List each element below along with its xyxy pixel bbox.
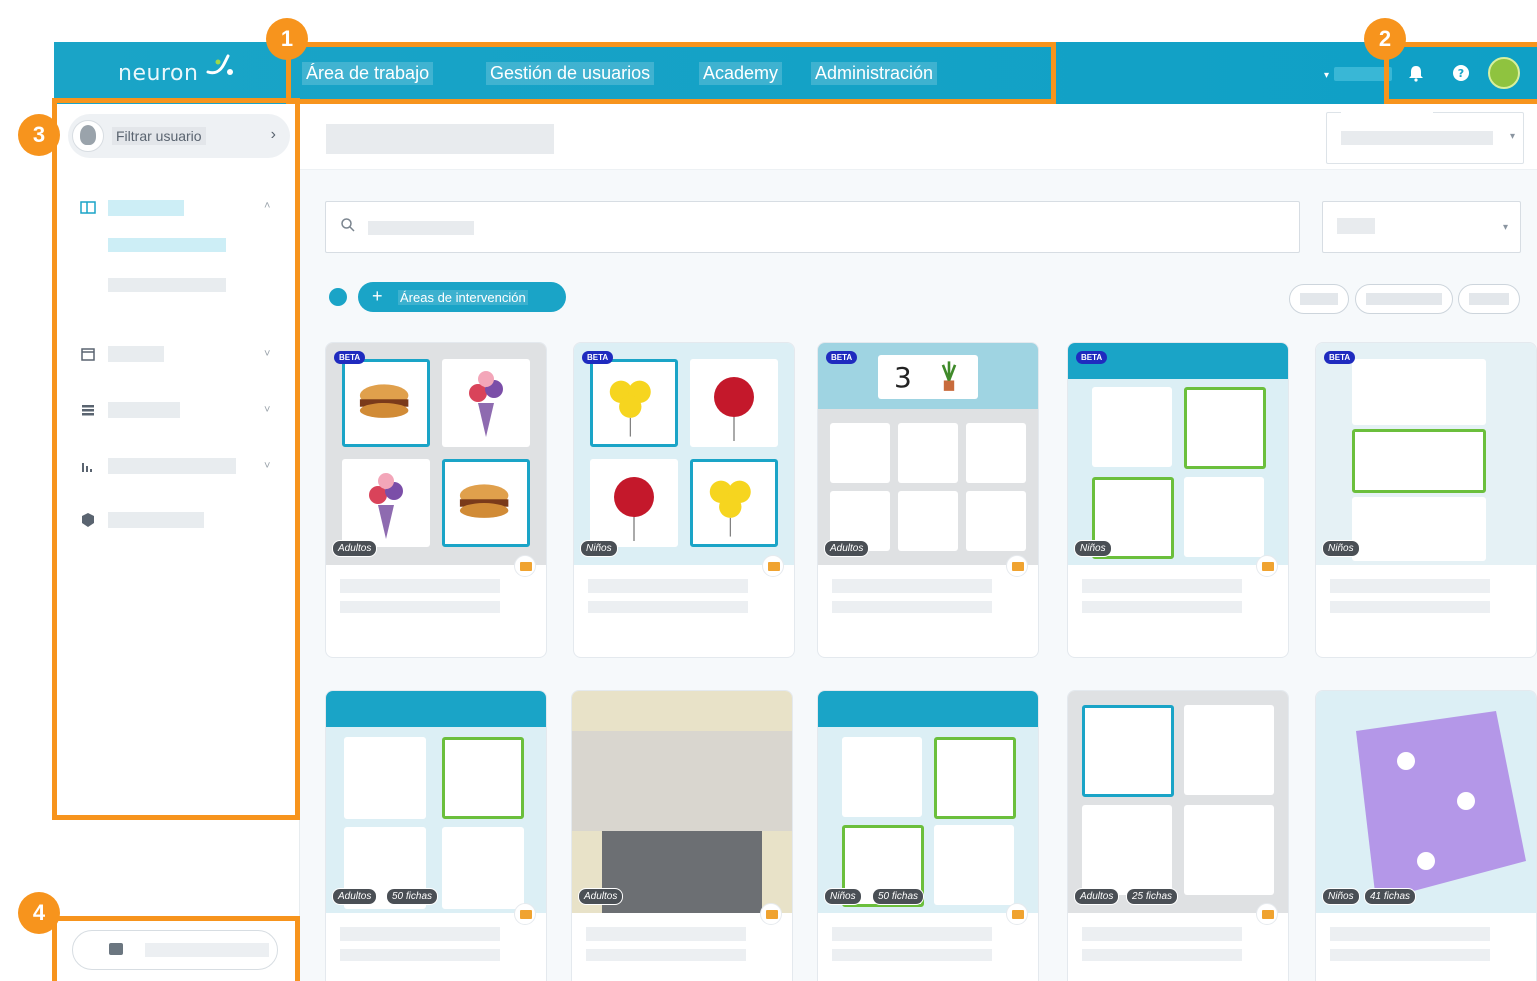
count-tag: 25 fichas [1126,888,1179,905]
audience-tag: Niños [1074,540,1112,557]
page-title [326,124,554,154]
card-type-icon [514,903,536,925]
audience-tag: Adultos [578,888,624,905]
filter-chip[interactable] [1458,284,1520,314]
center-dropdown-arrow-icon[interactable]: ▾ [1324,70,1329,81]
gamepad-icon [760,903,782,925]
chevron-down-icon: ▾ [1502,222,1508,233]
brain-icon [329,288,347,306]
areas-button-label: Áreas de intervención [398,290,528,305]
search-input[interactable] [325,201,1300,253]
activity-card[interactable]: BETA Adultos [325,342,547,658]
audience-tag: Adultos [824,540,870,557]
card-type-icon [1256,555,1278,577]
plus-icon: + [372,286,383,306]
highlight-feedback [52,916,300,981]
activity-card[interactable]: 3 BETA Adultos [817,342,1039,658]
card-image: BETA Adultos [326,343,546,565]
annotation-badge-1: 1 [266,18,308,60]
activity-card[interactable]: Adultos 25 fichas [1067,690,1289,981]
activity-card[interactable]: Niños 50 fichas [817,690,1039,981]
highlight-sidebar [52,98,300,820]
annotation-badge-3: 3 [18,114,60,156]
activity-card[interactable]: Adultos [571,690,793,981]
card-image: Adultos 50 fichas [326,691,546,913]
activity-card[interactable]: BETA Niños [573,342,795,658]
card-image: Adultos [572,691,792,913]
page-header: ▾ [300,104,1537,170]
card-image: Niños 41 fichas [1316,691,1536,913]
filter-chip[interactable] [1289,284,1349,314]
filter-select[interactable]: ▾ [1322,201,1521,253]
chevron-down-icon: ▾ [1509,131,1515,142]
beta-badge: BETA [826,351,858,364]
activity-card[interactable]: BETA Niños [1067,342,1289,658]
card-image: BETA Niños [1316,343,1536,565]
search-icon [341,218,355,232]
count-tag: 50 fichas [386,888,439,905]
card-type-icon [1006,903,1028,925]
activity-card[interactable]: BETA Niños [1315,342,1537,658]
card-type-icon [1256,903,1278,925]
highlight-top-nav [286,42,1056,104]
audience-tag: Niños [580,540,618,557]
card-type-icon [1006,555,1028,577]
audience-tag: Niños [824,888,862,905]
beta-badge: BETA [1076,351,1108,364]
annotation-badge-4: 4 [18,892,60,934]
filter-chip[interactable] [1355,284,1453,314]
audience-tag: Adultos [1074,888,1120,905]
beta-badge: BETA [334,351,366,364]
header-select[interactable]: ▾ [1326,109,1524,164]
count-tag: 41 fichas [1364,888,1417,905]
highlight-top-right [1384,42,1537,104]
card-type-icon [514,555,536,577]
card-image: BETA Niños [1068,343,1288,565]
beta-badge: BETA [1324,351,1356,364]
activity-card[interactable]: Adultos 50 fichas [325,690,547,981]
card-image: Adultos 25 fichas [1068,691,1288,913]
card-image: BETA Niños [574,343,794,565]
audience-tag: Adultos [332,540,378,557]
audience-tag: Niños [1322,540,1360,557]
count-number: 3 [894,361,912,394]
activity-card[interactable]: Niños 41 fichas [1315,690,1537,981]
audience-tag: Adultos [332,888,378,905]
count-tag: 50 fichas [872,888,925,905]
annotation-badge-2: 2 [1364,18,1406,60]
card-type-icon [762,555,784,577]
audience-tag: Niños [1322,888,1360,905]
neuron-logo[interactable]: neuron [118,54,233,86]
card-image: 3 BETA Adultos [818,343,1038,565]
areas-intervencion-button[interactable]: + Áreas de intervención [358,282,566,312]
card-image: Niños 50 fichas [818,691,1038,913]
beta-badge: BETA [582,351,614,364]
